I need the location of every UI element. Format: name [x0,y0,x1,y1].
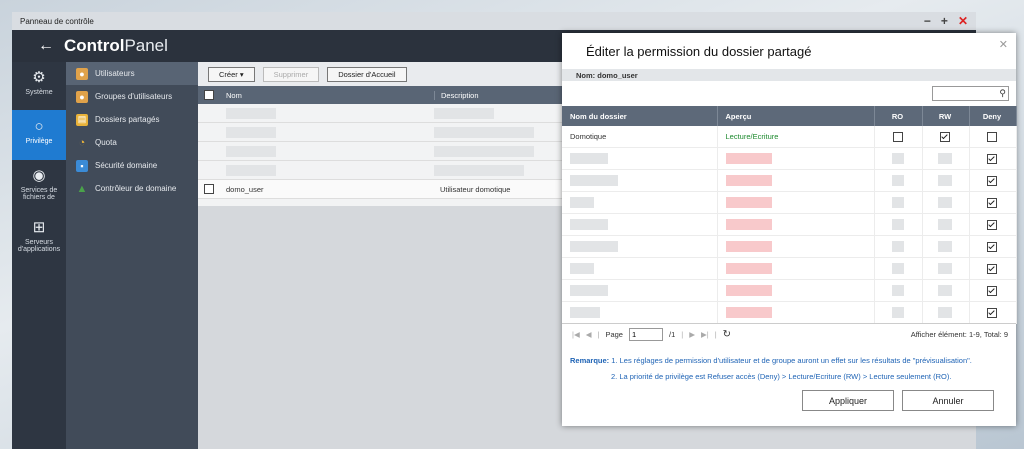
deny-checkbox[interactable] [969,257,1017,280]
folder-name: Domotique [562,126,718,148]
ro-checkbox[interactable] [874,126,923,148]
group-icon: ● [76,90,88,103]
col-deny: Deny [969,106,1017,126]
page-label: Page [605,330,623,339]
deny-checkbox[interactable] [969,301,1017,324]
user-description: Utilisateur domotique [440,184,511,194]
user-name: domo_user [226,184,264,194]
deny-checkbox[interactable] [969,169,1017,192]
table-row[interactable] [562,257,1017,280]
nav-systeme[interactable]: ⚙ Système [12,62,66,110]
table-row[interactable]: Domotique Lecture/Ecriture [562,126,1017,148]
sub-nav: ● Utilisateurs ● Groupes d'utilisateurs … [66,62,198,449]
subnav-controleur[interactable]: ▲ Contrôleur de domaine [66,177,198,200]
col-preview: Aperçu [717,106,875,126]
deny-checkbox[interactable] [969,147,1017,170]
deny-checkbox[interactable] [969,126,1017,148]
subnav-groupes[interactable]: ● Groupes d'utilisateurs [66,85,198,108]
deny-checkbox[interactable] [969,213,1017,236]
first-page-icon[interactable]: |◀ [572,330,580,339]
back-arrow-icon[interactable]: ← [38,37,54,55]
items-total: Afficher élément: 1-9, Total: 9 [910,330,1008,339]
remarks: Remarque: 1. Les réglages de permission … [570,353,972,385]
domain-security-icon: ▪ [76,159,88,172]
window-title: Panneau de contrôle [20,16,94,26]
folder-icon: ▤ [76,113,88,126]
domain-controller-icon: ▲ [76,182,88,195]
subnav-utilisateurs[interactable]: ● Utilisateurs [66,62,198,85]
col-folder-name: Nom du dossier [562,106,718,126]
nav-file-services[interactable]: ◉ Services de fichiers de [12,160,66,212]
nav-privilege[interactable]: ○ Privilège [12,110,66,160]
search-icon[interactable]: ⚲ [999,88,1006,99]
cancel-button[interactable]: Annuler [902,390,994,411]
subnav-securite[interactable]: ▪ Sécurité domaine [66,154,198,177]
table-row[interactable] [562,191,1017,214]
globe-icon: ◉ [32,167,46,184]
permission-table: Nom du dossier Aperçu RO RW Deny Domotiq… [562,106,1017,324]
rw-checkbox[interactable] [922,126,970,148]
col-nom: Nom [226,90,242,100]
pagination-bar: |◀ ◀ | Page /1 | ▶ ▶| | ↻ Afficher éléme… [562,323,1016,345]
window-titlebar: Panneau de contrôle − + ✕ [12,12,976,30]
table-row[interactable] [562,147,1017,170]
remark-label: Remarque: [570,356,610,365]
subnav-dossiers[interactable]: ▤ Dossiers partagés [66,108,198,131]
main-nav: ⚙ Système ○ Privilège ◉ Services de fich… [12,62,66,449]
permission-table-header: Nom du dossier Aperçu RO RW Deny [562,106,1017,126]
select-all-checkbox[interactable] [198,90,220,100]
row-checkbox[interactable] [198,184,220,194]
minimize-button[interactable]: − [924,14,931,28]
user-icon: ○ [34,118,44,135]
prev-page-icon[interactable]: ◀ [586,330,592,339]
col-rw: RW [922,106,970,126]
nav-app-servers[interactable]: ⊞ Serveurs d'applications [12,212,66,264]
table-row[interactable] [562,301,1017,324]
preview-value: Lecture/Ecriture [717,126,875,148]
app-brand: ControlPanel [64,36,168,55]
apply-button[interactable]: Appliquer [802,390,894,411]
refresh-icon[interactable]: ↻ [723,329,731,340]
close-window-button[interactable]: ✕ [958,14,968,28]
edit-permission-dialog: Éditer la permission du dossier partagé … [562,33,1017,426]
home-folder-button[interactable]: Dossier d'Accueil [327,66,407,82]
page-total: /1 [668,330,676,339]
close-icon[interactable]: ✕ [999,38,1008,51]
deny-checkbox[interactable] [969,235,1017,258]
delete-button[interactable]: Supprimer [262,66,320,82]
deny-checkbox[interactable] [969,279,1017,302]
table-row[interactable] [562,213,1017,236]
subnav-quota[interactable]: ◔ Quota [66,131,198,154]
search-row: ⚲ [562,81,1016,106]
col-description: Description [434,90,581,100]
user-name-label: Nom: domo_user [562,69,1016,81]
dialog-buttons: Appliquer Annuler [802,390,994,411]
apps-icon: ⊞ [32,219,46,236]
table-row[interactable] [562,279,1017,302]
remark-1: 1. Les réglages de permission d'utilisat… [611,356,972,365]
next-page-icon[interactable]: ▶ [689,330,695,339]
page-input[interactable] [628,328,663,341]
user-icon: ● [76,67,88,80]
remark-2: 2. La priorité de privilège est Refuser … [611,372,952,381]
deny-checkbox[interactable] [969,191,1017,214]
maximize-button[interactable]: + [941,14,948,28]
dialog-title: Éditer la permission du dossier partagé [586,43,812,59]
col-ro: RO [874,106,923,126]
table-row[interactable] [562,235,1017,258]
search-input[interactable]: ⚲ [932,86,1009,101]
table-row[interactable] [562,169,1017,192]
create-button[interactable]: Créer ▾ [208,66,255,82]
last-page-icon[interactable]: ▶| [701,330,709,339]
pie-chart-icon: ◔ [78,136,86,149]
gear-icon: ⚙ [32,69,46,86]
